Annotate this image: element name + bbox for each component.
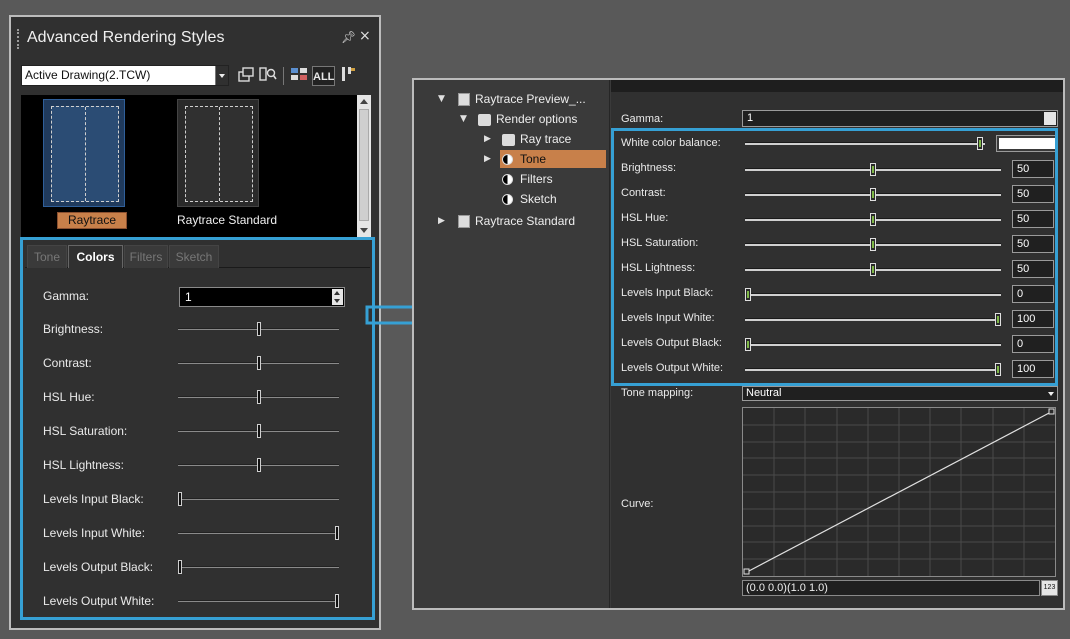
settings-icon[interactable] bbox=[339, 66, 357, 86]
drag-grip-icon[interactable] bbox=[17, 29, 19, 49]
tree-item-label: Raytrace Standard bbox=[475, 214, 576, 228]
curve-point-end bbox=[1048, 408, 1055, 415]
gamma-spinner[interactable] bbox=[1044, 112, 1056, 125]
tree-item-filters[interactable]: Filters bbox=[502, 170, 553, 188]
tone-mapping-select[interactable]: Neutral bbox=[742, 386, 1058, 401]
properties-header bbox=[611, 80, 1063, 92]
tree-item-label: Tone bbox=[520, 152, 547, 166]
tree-item-label: Ray trace bbox=[520, 132, 572, 146]
style-thumbnails: Raytrace Raytrace Standard bbox=[21, 95, 371, 237]
tree-item-label: Render options bbox=[496, 112, 578, 126]
collapsed-arrow-icon[interactable]: ▶ bbox=[484, 154, 491, 164]
pin-icon[interactable]: 📌︎ bbox=[341, 30, 356, 44]
ray-trace-icon bbox=[502, 133, 515, 146]
gamma-value: 1 bbox=[747, 112, 754, 124]
expanded-arrow-icon[interactable]: ▼ bbox=[460, 114, 467, 124]
properties-icon[interactable] bbox=[237, 66, 255, 86]
tone-mapping-label: Tone mapping: bbox=[621, 387, 694, 399]
curve-readout[interactable]: (0.0 0.0)(1.0 1.0) bbox=[742, 580, 1040, 596]
curve-label: Curve: bbox=[621, 498, 654, 510]
numeric-entry-button[interactable]: 123 bbox=[1041, 580, 1058, 596]
drawing-select-value: Active Drawing(2.TCW) bbox=[25, 68, 151, 82]
tree-item-label: Sketch bbox=[520, 192, 557, 206]
chevron-down-icon[interactable] bbox=[1048, 392, 1054, 396]
tree-item-render-options[interactable]: Render options bbox=[478, 110, 577, 128]
curve-point-start bbox=[743, 568, 750, 575]
scroll-down-icon[interactable] bbox=[360, 228, 368, 233]
tree-item-tone[interactable]: Tone bbox=[500, 150, 606, 168]
drawing-select[interactable]: Active Drawing(2.TCW) bbox=[21, 65, 229, 86]
collapsed-arrow-icon[interactable]: ▶ bbox=[438, 216, 445, 226]
gamma-input[interactable]: 1 bbox=[742, 110, 1058, 127]
tone-mapping-value: Neutral bbox=[746, 387, 782, 399]
thumbnail-label-raytrace-standard[interactable]: Raytrace Standard bbox=[177, 213, 277, 227]
close-icon[interactable]: × bbox=[359, 28, 371, 44]
sketch-icon bbox=[502, 194, 513, 206]
render-options-icon bbox=[478, 113, 491, 126]
advanced-rendering-styles-panel: Advanced Rendering Styles 📌︎ × Active Dr… bbox=[9, 15, 381, 630]
thumbnail-label-raytrace[interactable]: Raytrace bbox=[57, 212, 127, 229]
scroll-up-icon[interactable] bbox=[360, 99, 368, 104]
thumbnail-raytrace-standard[interactable] bbox=[177, 99, 259, 207]
filters-icon bbox=[502, 174, 513, 186]
tree-item-ray-trace[interactable]: Ray trace bbox=[502, 130, 571, 148]
document-icon bbox=[458, 93, 470, 107]
render-tree: ▼ Raytrace Preview_... ▼ Render options … bbox=[414, 80, 610, 608]
panel-title: Advanced Rendering Styles bbox=[27, 29, 225, 46]
filter-options-icon[interactable] bbox=[289, 66, 309, 86]
search-icon[interactable] bbox=[258, 66, 278, 86]
tree-item-raytrace-preview[interactable]: Raytrace Preview_... bbox=[458, 90, 586, 108]
tree-item-sketch[interactable]: Sketch bbox=[502, 190, 557, 208]
document-icon bbox=[458, 215, 470, 229]
curve-graph bbox=[743, 408, 1055, 576]
tree-item-label: Filters bbox=[520, 172, 553, 186]
highlight-box-left bbox=[20, 237, 375, 620]
highlight-box-right bbox=[611, 128, 1058, 386]
expanded-arrow-icon[interactable]: ▼ bbox=[438, 94, 445, 104]
scrollbar-thumb[interactable] bbox=[359, 109, 369, 221]
tree-item-raytrace-standard[interactable]: Raytrace Standard bbox=[458, 212, 575, 230]
tone-curve-editor[interactable] bbox=[742, 407, 1056, 577]
gamma-label: Gamma: bbox=[621, 113, 664, 125]
collapsed-arrow-icon[interactable]: ▶ bbox=[484, 134, 491, 144]
tone-icon bbox=[502, 154, 513, 166]
chevron-down-icon[interactable] bbox=[215, 66, 228, 85]
thumbnails-scrollbar[interactable] bbox=[357, 95, 371, 237]
panel-title-bar[interactable]: Advanced Rendering Styles 📌︎ × bbox=[11, 17, 379, 59]
tree-item-label: Raytrace Preview_... bbox=[475, 92, 586, 106]
thumbnail-raytrace[interactable] bbox=[43, 99, 125, 207]
show-all-button[interactable]: ALL bbox=[312, 66, 335, 86]
